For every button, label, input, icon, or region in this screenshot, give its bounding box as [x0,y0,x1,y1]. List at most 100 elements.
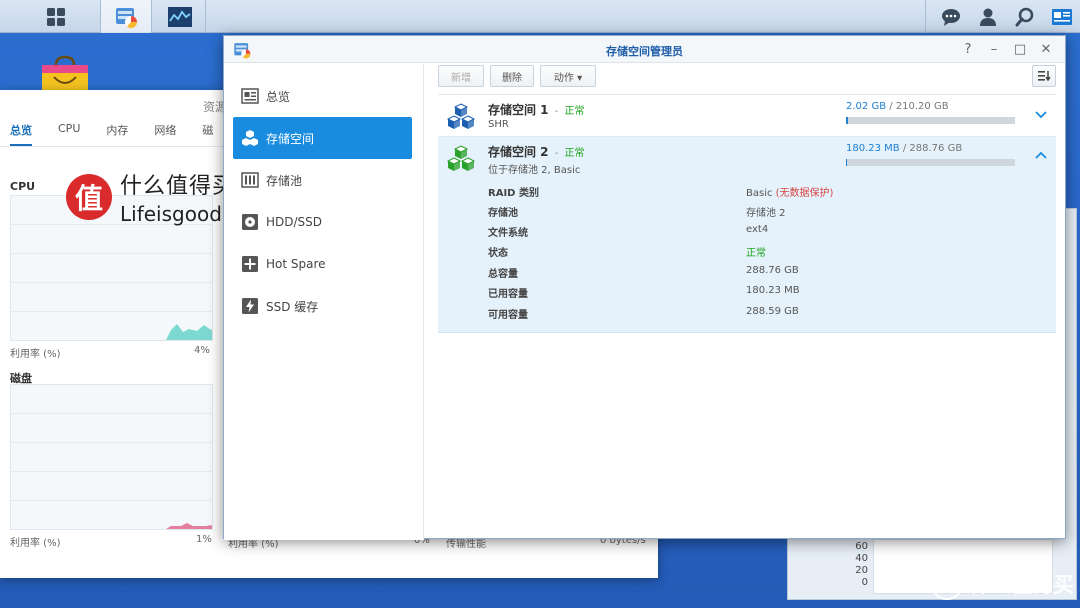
help-button[interactable]: ? [955,40,981,58]
detail-value: ext4 [746,224,769,235]
sidebar-item-storage-pool[interactable]: 存储池 [233,159,412,201]
detail-warning: (无数据保护) [775,188,834,199]
sidebar: 总览 存储空间 存储池 HDD/SSD Hot Spare SSD 缓存 [224,64,424,540]
hot-spare-icon [242,256,258,272]
ssd-cache-icon [242,298,258,314]
perf-axis-tick: 0 [861,577,868,588]
detail-label: 已用容量 [488,289,528,300]
sidebar-item-hdd-ssd[interactable]: HDD/SSD [233,201,412,243]
create-button[interactable]: 新增 [438,65,484,87]
main-menu-button[interactable] [18,0,94,33]
watermark-bottom-text: 什么值得买 [969,573,1074,597]
volume-row-expanded[interactable]: 存储空间 2 - 正常 位于存储池 2, Basic 180.23 MB / 2… [438,137,1056,333]
volume-usage-fill [846,117,848,124]
detail-label: 存储池 [488,208,518,219]
volume-icon [242,130,258,146]
sidebar-item-ssd-cache[interactable]: SSD 缓存 [233,285,412,327]
volume-usage-bar [846,117,1015,124]
notification-button[interactable] [932,0,969,33]
user-button[interactable] [969,0,1006,33]
volume-status-separator: - [554,148,559,159]
sort-button[interactable] [1032,65,1056,87]
volume-name: 存储空间 1 [488,103,549,117]
close-button[interactable]: ✕ [1033,40,1059,58]
detail-value: 存储池 2 [746,208,786,219]
detail-label: 状态 [488,248,508,259]
window-title: 存储空间管理员 [606,45,683,58]
detail-label: RAID 类别 [488,188,539,199]
chevron-up-icon[interactable] [1034,149,1048,163]
hdd-icon [242,214,258,230]
user-icon [979,8,996,26]
sidebar-item-hot-spare[interactable]: Hot Spare [233,243,412,285]
tab-cpu[interactable]: CPU [58,122,80,146]
perf-axis-tick: 60 [855,541,868,552]
cpu-footer-label: 利用率 (%) [10,349,61,360]
detail-value: 288.76 GB [746,265,799,276]
disk-footer-label: 利用率 (%) [10,538,61,549]
storage-manager-taskbar-button[interactable] [100,0,152,33]
sidebar-item-label: Hot Spare [266,257,326,271]
chevron-down-icon[interactable] [1034,107,1048,121]
taskbar [0,0,1080,33]
tab-disk[interactable]: 磁 [202,122,213,146]
volume-location: 位于存储池 2, Basic [488,165,581,176]
volume-cube-icon [446,145,476,171]
window-titlebar[interactable]: 存储空间管理员 ? – □ ✕ [224,36,1065,63]
toolbar: 新增 删除 动作 ▾ [438,65,1056,90]
sort-icon [1038,71,1051,82]
tab-overview[interactable]: 总览 [10,122,32,146]
volume-name: 存储空间 2 [488,145,549,159]
sidebar-item-label: 总览 [266,89,291,104]
resource-monitor-taskbar-button[interactable] [154,0,206,33]
storage-manager-window: 存储空间管理员 ? – □ ✕ 总览 存储空间 存储池 HDD/SSD Hot … [223,35,1066,540]
detail-label: 总容量 [488,269,518,280]
volume-usage-bar [846,159,1015,166]
detail-value: 288.59 GB [746,306,799,317]
volume-used: 2.02 GB [846,101,887,112]
watermark-en-text: Lifeisgood [120,202,222,226]
search-icon [1015,7,1033,26]
watermark-cn-text: 什么值得买 [120,174,236,199]
detail-value: 180.23 MB [746,285,800,296]
minimize-button[interactable]: – [981,40,1007,58]
cpu-section-title: CPU [10,180,36,193]
delete-button[interactable]: 删除 [490,65,534,87]
volume-type: SHR [488,119,509,130]
search-button[interactable] [1006,0,1043,33]
volume-row[interactable]: 存储空间 1 - 正常 SHR 2.02 GB / 210.20 GB [438,94,1056,137]
sidebar-item-label: 存储空间 [266,131,315,146]
overview-icon [241,88,259,104]
widgets-icon [1051,8,1072,25]
cpu-usage-line [166,324,212,340]
disk-footer-value: 1% [196,534,212,545]
volume-status: 正常 [564,106,585,117]
tab-memory[interactable]: 内存 [106,122,128,146]
detail-label: 文件系统 [488,228,528,239]
tab-network[interactable]: 网络 [154,122,176,146]
detail-label: 可用容量 [488,310,528,321]
volume-status: 正常 [564,148,585,159]
detail-value: 正常 [746,248,766,259]
perf-axis-tick: 40 [855,553,868,564]
sidebar-item-label: 存储池 [266,173,303,188]
resource-monitor-app-icon [167,6,192,27]
sidebar-item-label: HDD/SSD [266,215,323,229]
sidebar-item-overview[interactable]: 总览 [233,75,412,117]
maximize-button[interactable]: □ [1007,40,1033,58]
disk-graph [10,384,213,530]
widgets-button[interactable] [1043,0,1080,33]
sidebar-item-volume[interactable]: 存储空间 [233,117,412,159]
watermark-bottom-mark: 值 [931,568,963,600]
volume-used: 180.23 MB [846,143,900,154]
volume-total: / 210.20 GB [886,101,949,112]
sidebar-item-label: SSD 缓存 [266,299,319,314]
action-dropdown[interactable]: 动作 ▾ [540,65,596,87]
watermark-logo: 值 什么值得买 Lifeisgood [66,168,235,226]
grid-icon [47,7,65,26]
volume-list: 存储空间 1 - 正常 SHR 2.02 GB / 210.20 GB 存储空间… [438,94,1056,494]
volume-total: / 288.76 GB [899,143,963,154]
storage-manager-app-icon [116,7,138,28]
watermark-mark: 值 [66,174,112,220]
perf-axis-tick: 20 [855,565,868,576]
